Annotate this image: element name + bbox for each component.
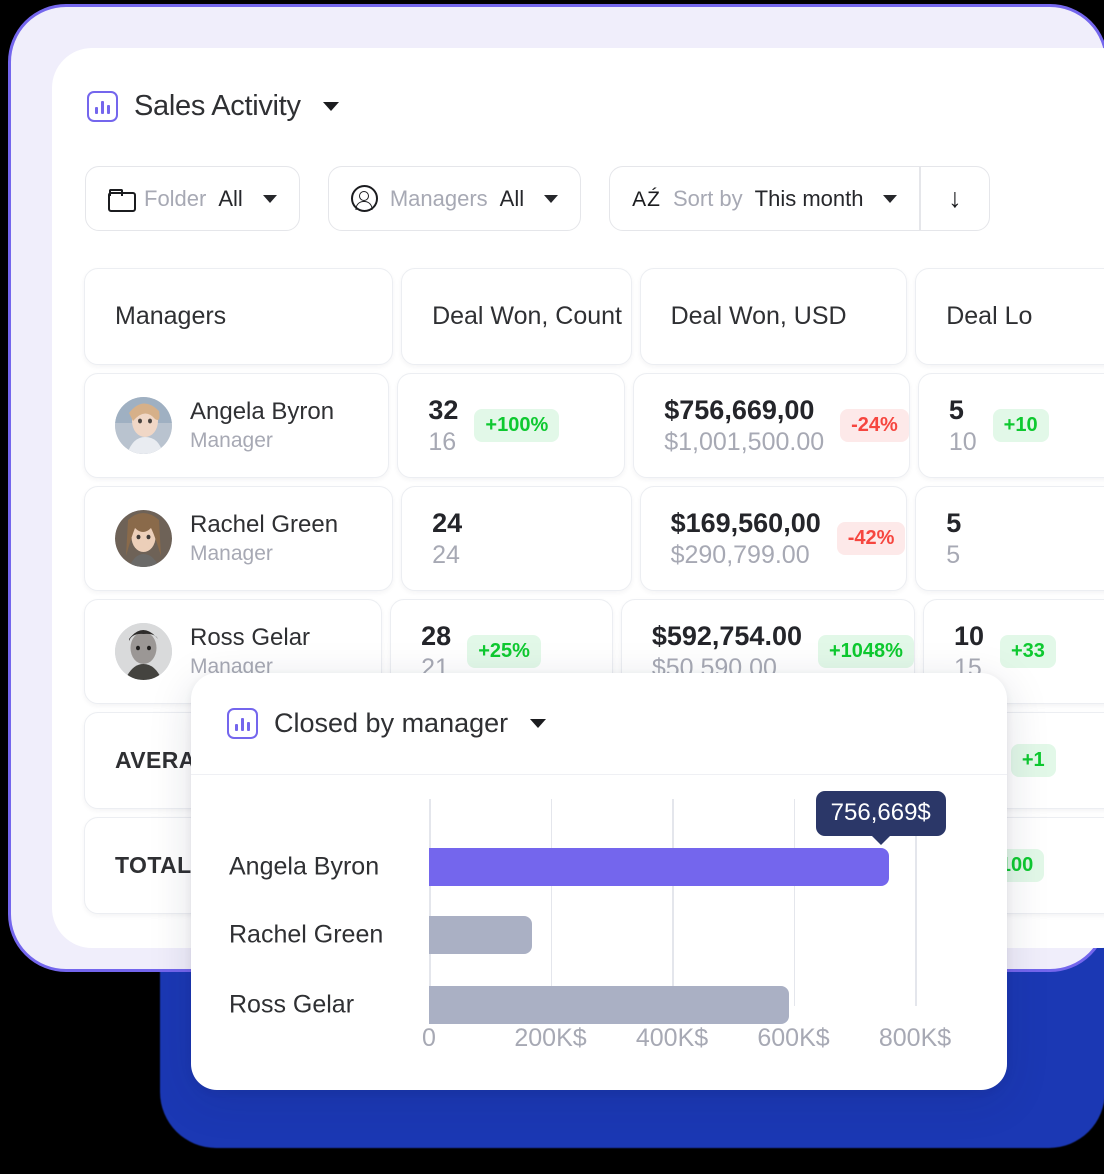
- status-badge: +25%: [467, 635, 541, 668]
- chart-category-label: Ross Gelar: [229, 990, 355, 1019]
- status-badge: +1: [1010, 744, 1056, 777]
- filter-bar: Folder All Managers All AŹ Sort by This …: [85, 166, 990, 231]
- sort-by-value: This month: [754, 185, 864, 211]
- manager-role: Manager: [190, 541, 273, 565]
- chart-title: Closed by manager: [274, 708, 509, 738]
- chart-x-tick-label: 800K$: [878, 1024, 952, 1052]
- bar-chart-icon: [87, 91, 118, 122]
- avatar: [115, 622, 172, 680]
- column-header-deal-won-count[interactable]: Deal Won, Count: [401, 268, 632, 365]
- sort-direction-button[interactable]: ↓: [921, 167, 989, 230]
- column-header-label: Deal Lo: [946, 302, 1033, 330]
- column-header-label: Deal Won, Count: [432, 302, 622, 330]
- metric-previous: 10: [948, 427, 977, 456]
- chart-x-tick-label: 200K$: [514, 1024, 587, 1052]
- metric-current: 32: [428, 394, 459, 425]
- metric-previous: 24: [432, 540, 460, 569]
- filter-managers-value: All: [499, 185, 525, 211]
- bar-chart: 0 200K$ 400K$ 600K$ 800K$ Angela Byron Rachel …: [191, 775, 1007, 1090]
- column-header-label: Managers: [115, 302, 227, 330]
- cell-deal-won-count: 32 16 +100%: [397, 373, 626, 478]
- chart-overlay-header[interactable]: Closed by manager: [191, 673, 1007, 775]
- chart-bar[interactable]: [429, 916, 532, 954]
- status-badge: +10: [992, 409, 1049, 442]
- chart-bar[interactable]: [429, 986, 790, 1024]
- metric-current: $169,560,00: [670, 507, 821, 538]
- cell-deal-lost: 5 5: [915, 486, 1104, 591]
- app-header[interactable]: Sales Activity: [87, 90, 339, 123]
- table-header-row: Managers Deal Won, Count Deal Won, USD D…: [84, 268, 1104, 365]
- metric-previous: 16: [428, 427, 457, 456]
- chart-bar[interactable]: [429, 848, 889, 886]
- metric-current: $756,669,00: [664, 394, 815, 425]
- arrow-down-icon: ↓: [948, 183, 962, 213]
- metric-current: 28: [421, 620, 452, 651]
- chart-category-label: Angela Byron: [229, 852, 380, 881]
- status-badge: +33: [1000, 635, 1056, 668]
- summary-label: TOTAL: [115, 852, 192, 878]
- metric-previous: $1,001,500.00: [664, 427, 825, 456]
- status-badge: -24%: [840, 409, 909, 442]
- sort-control: AŹ Sort by This month ↓: [609, 166, 990, 231]
- filter-folder[interactable]: Folder All: [85, 166, 300, 231]
- cell-deal-won-count: 24 24: [401, 486, 632, 591]
- metric-current: $592,754.00: [651, 620, 802, 651]
- metric-previous: 5: [946, 540, 961, 569]
- metric-current: 24: [432, 507, 463, 538]
- filter-managers-label: Managers: [389, 185, 488, 211]
- status-badge: -42%: [836, 522, 906, 555]
- metric-current: 10: [953, 620, 984, 651]
- user-circle-icon: [350, 185, 378, 212]
- chart-gridline: [429, 799, 431, 1006]
- chart-x-tick-label: 600K$: [757, 1024, 830, 1052]
- status-badge: +100%: [474, 409, 560, 442]
- cell-deal-won-usd: $169,560,00 $290,799.00 -42%: [639, 486, 908, 591]
- chevron-down-icon[interactable]: [262, 194, 277, 203]
- status-badge: +1048%: [817, 635, 914, 668]
- column-header-managers[interactable]: Managers: [84, 268, 394, 365]
- avatar: [115, 396, 172, 454]
- table-row[interactable]: Rachel Green Manager 24 24 $169,560,00 $…: [84, 486, 1104, 591]
- chart-x-tick-label: 400K$: [635, 1024, 709, 1052]
- column-header-deal-lost[interactable]: Deal Lo: [915, 268, 1104, 365]
- metric-current: 5: [946, 507, 962, 538]
- column-header-deal-won-usd[interactable]: Deal Won, USD: [639, 268, 908, 365]
- page-title: Sales Activity: [134, 90, 301, 122]
- folder-icon: [108, 189, 136, 212]
- chart-x-tick-label: 0: [422, 1024, 436, 1052]
- cell-manager: Angela Byron Manager: [84, 373, 390, 478]
- chevron-down-icon[interactable]: [883, 194, 898, 203]
- metric-previous: $290,799.00: [670, 540, 810, 569]
- chart-tooltip: 756,669$: [815, 791, 946, 836]
- metric-current: 5: [948, 394, 964, 425]
- cell-deal-lost: 5 10 +10: [917, 373, 1104, 478]
- chevron-down-icon[interactable]: [544, 194, 559, 203]
- cell-deal-won-usd: $756,669,00 $1,001,500.00 -24%: [633, 373, 910, 478]
- chevron-down-icon[interactable]: [322, 102, 339, 111]
- column-header-label: Deal Won, USD: [670, 302, 847, 330]
- manager-name: Rachel Green: [190, 510, 339, 538]
- manager-role: Manager: [190, 428, 273, 452]
- manager-name: Ross Gelar: [190, 623, 311, 651]
- sort-by-button[interactable]: AŹ Sort by This month: [610, 167, 919, 230]
- bar-chart-icon: [227, 708, 258, 739]
- az-sort-icon: AŹ: [632, 187, 661, 211]
- chart-gridline: [672, 799, 674, 1006]
- cell-manager: Rachel Green Manager: [84, 486, 394, 591]
- chart-gridline: [793, 799, 795, 1006]
- chevron-down-icon[interactable]: [530, 719, 547, 728]
- filter-folder-value: All: [218, 185, 243, 211]
- screenshot-stage: Sales Activity Folder All Managers All A…: [0, 0, 1104, 1174]
- avatar: [115, 509, 172, 567]
- manager-name: Angela Byron: [190, 397, 335, 425]
- chart-category-label: Rachel Green: [229, 920, 384, 949]
- chart-overlay-card: Closed by manager 0 200K$ 400K$ 600K$ 800K$ A…: [191, 673, 1007, 1090]
- filter-folder-label: Folder: [144, 185, 207, 211]
- table-row[interactable]: Angela Byron Manager 32 16 +100% $756,66…: [84, 373, 1104, 478]
- chart-gridline: [550, 799, 552, 1006]
- filter-managers[interactable]: Managers All: [327, 166, 582, 231]
- sort-by-label: Sort by: [672, 185, 743, 211]
